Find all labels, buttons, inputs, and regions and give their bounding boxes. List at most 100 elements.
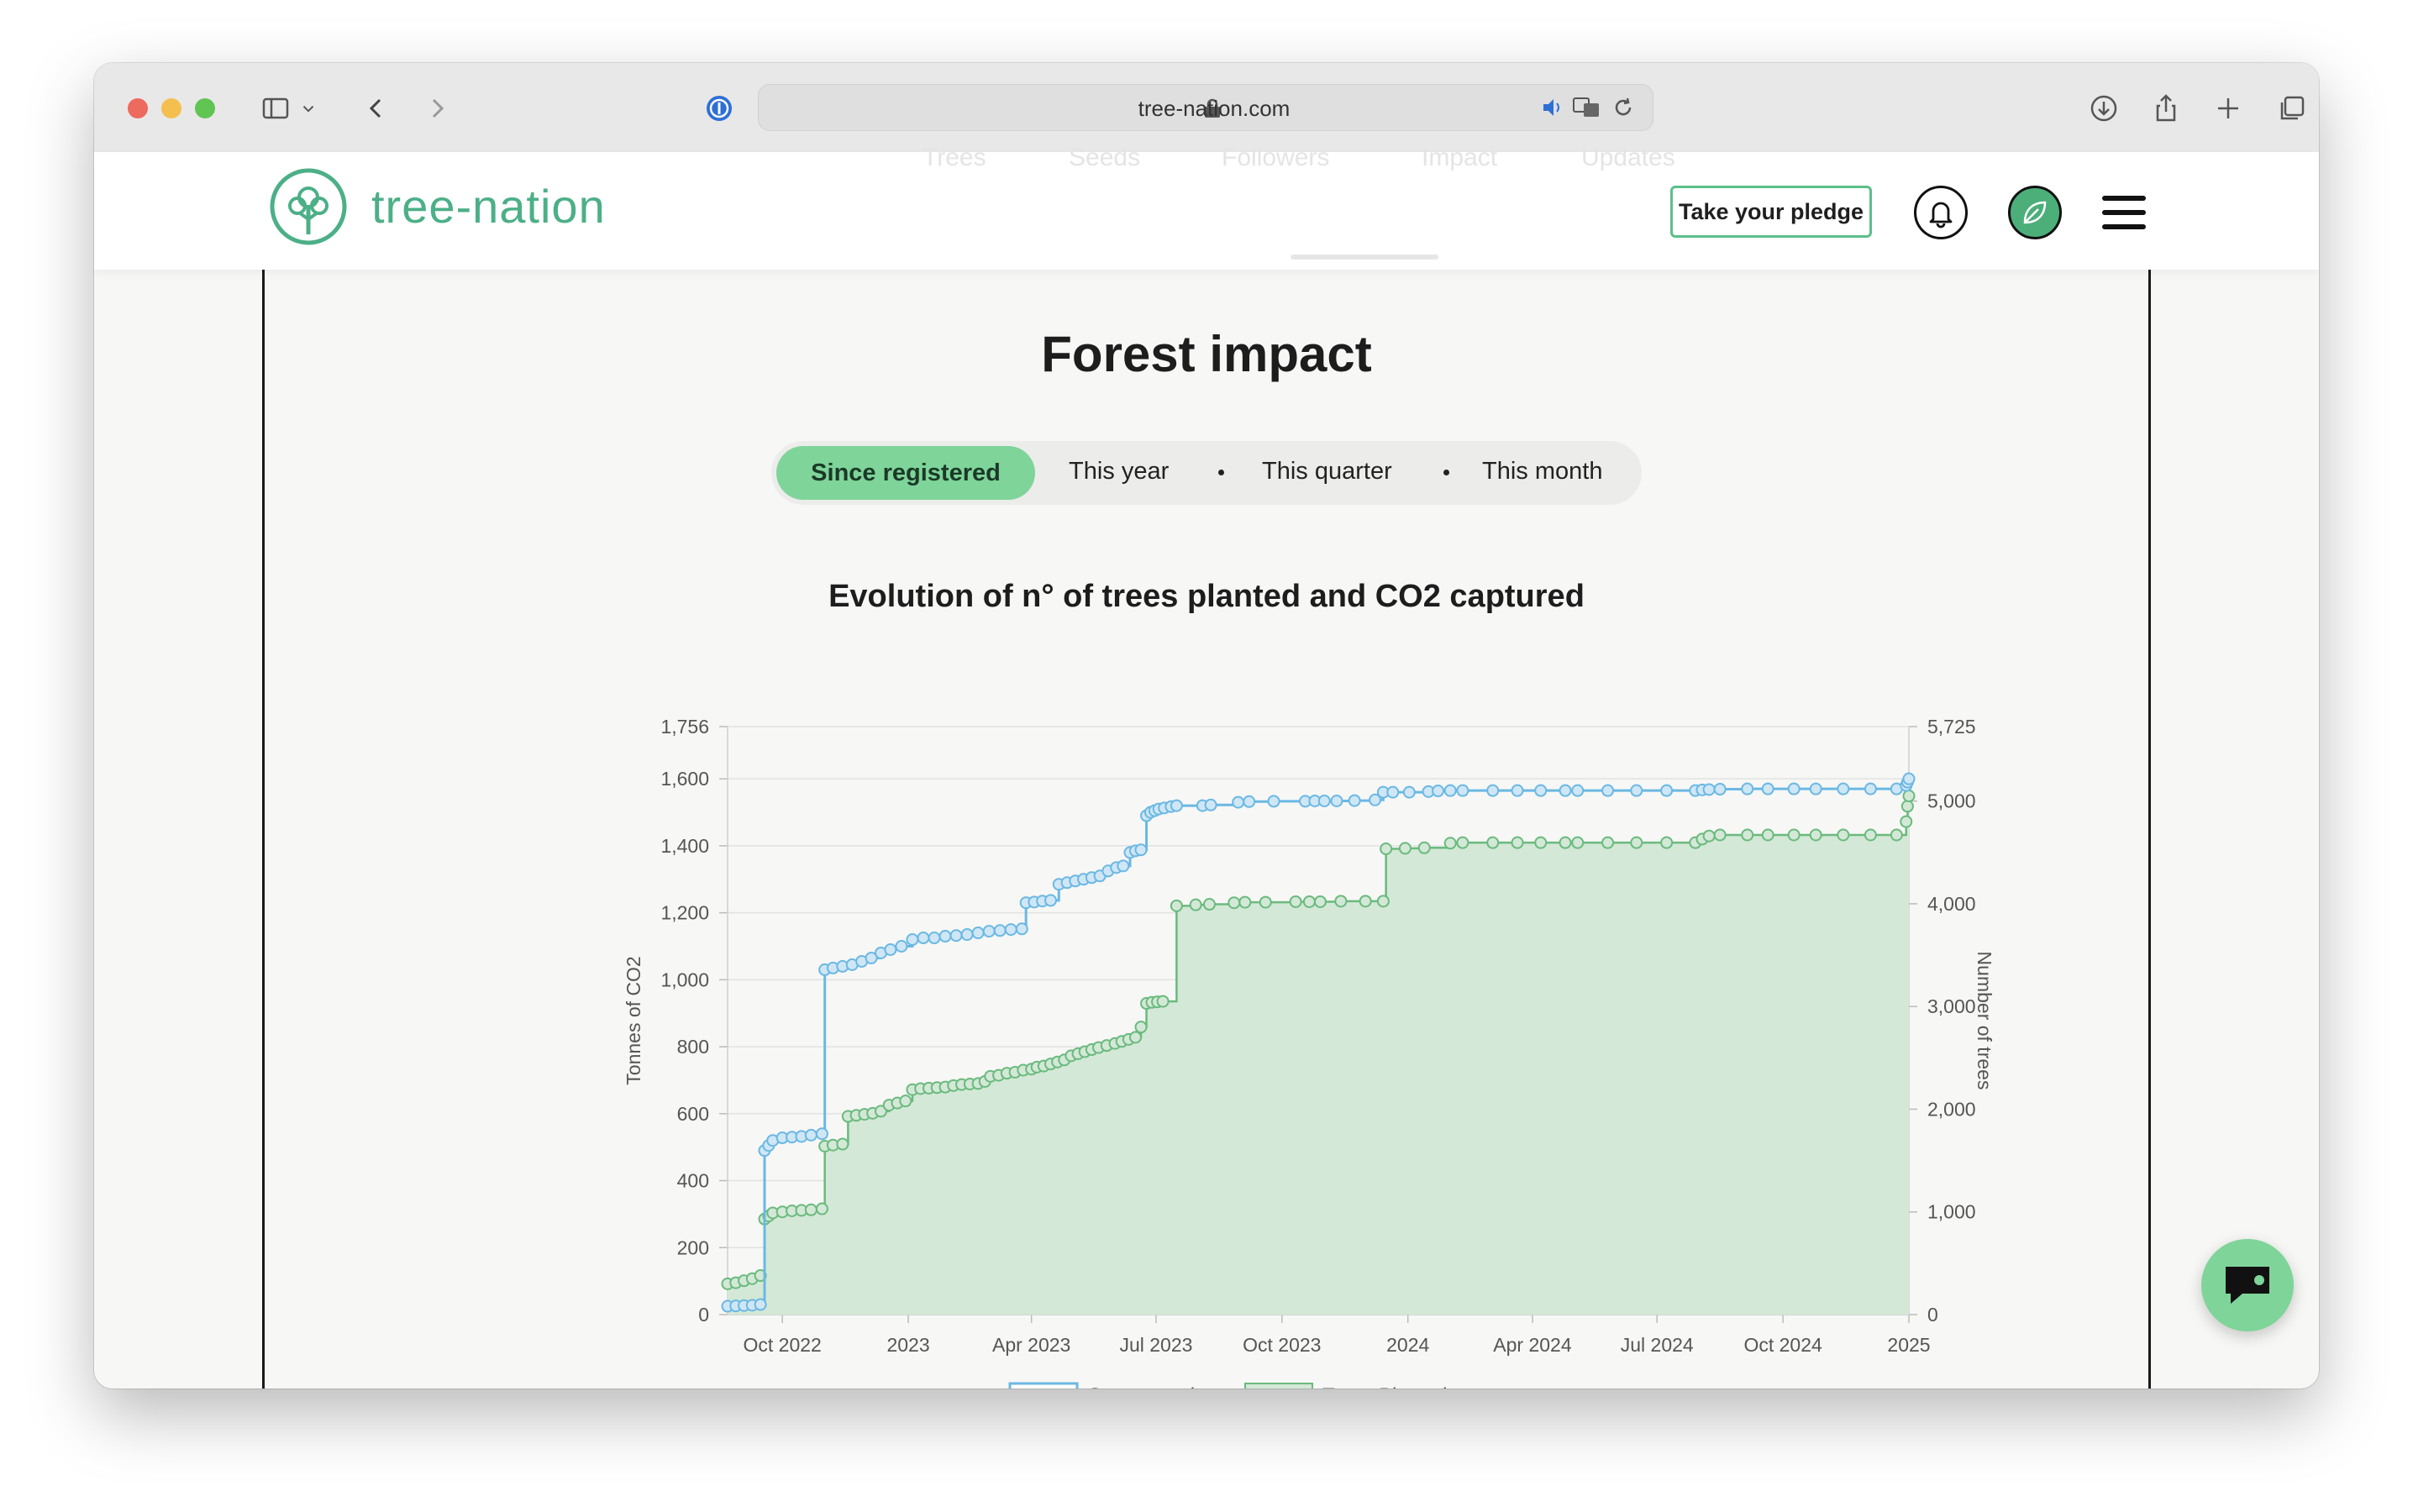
compensation-point — [754, 1298, 767, 1311]
period-this-quarter[interactable]: This quarter — [1262, 458, 1392, 486]
y-tick-label: 1,000 — [660, 969, 709, 990]
compensation-point — [917, 932, 930, 945]
period-this-year[interactable]: This year — [1069, 458, 1169, 486]
compensation-point — [1761, 782, 1774, 795]
tab-followers[interactable]: Followers — [1222, 144, 1329, 172]
compensation-point — [1571, 784, 1585, 797]
hamburger-menu-icon[interactable] — [2102, 196, 2146, 229]
compensation-point — [938, 930, 952, 943]
legend-label-compensation: Compensation — [1087, 1384, 1217, 1389]
legend-swatch-trees — [1244, 1383, 1313, 1389]
trees-planted-point — [1334, 895, 1348, 908]
compensation-point — [1134, 843, 1148, 857]
compensation-point — [982, 925, 996, 938]
trees-planted-point — [1761, 828, 1774, 842]
trees-planted-point — [1202, 898, 1216, 911]
trees-planted-point — [1359, 895, 1372, 908]
compensation-point — [1713, 783, 1727, 796]
y2-tick-label: 0 — [1927, 1304, 1938, 1326]
tree-nation-logo-icon[interactable] — [269, 167, 348, 246]
compensation-point — [1809, 782, 1822, 795]
compensation-point — [1456, 784, 1469, 797]
period-this-month[interactable]: This month — [1482, 458, 1602, 486]
x-tick-label: Apr 2023 — [992, 1334, 1070, 1356]
trees-planted-point — [1837, 828, 1850, 842]
compensation-point — [1630, 784, 1643, 797]
x-tick-label: Jul 2024 — [1621, 1334, 1694, 1356]
y-tick-label: 0 — [698, 1304, 709, 1326]
logo-text[interactable]: tree-nation — [371, 179, 606, 234]
y-tick-label: 400 — [677, 1170, 709, 1192]
new-tab-icon[interactable] — [2206, 87, 2250, 130]
close-window-button[interactable] — [128, 98, 148, 118]
y-tick-label: 1,756 — [660, 716, 709, 738]
trees-planted-point — [1289, 895, 1302, 908]
y2-tick-label: 2,000 — [1927, 1098, 1976, 1120]
trees-planted-point — [1787, 828, 1801, 842]
y2-tick-label: 3,000 — [1927, 995, 1976, 1017]
tab-seeds[interactable]: Seeds — [1069, 144, 1140, 172]
forward-icon[interactable] — [415, 87, 459, 130]
trees-planted-point — [1902, 790, 1916, 803]
x-tick-label: 2023 — [886, 1334, 929, 1356]
minimize-window-button[interactable] — [161, 98, 181, 118]
compensation-point — [884, 942, 897, 956]
back-icon[interactable] — [355, 87, 398, 130]
trees-planted-point — [1417, 841, 1431, 854]
password-manager-icon[interactable] — [697, 87, 741, 130]
active-tab-underline — [1291, 255, 1438, 260]
tab-overview-icon[interactable] — [2270, 87, 2314, 130]
compensation-point — [1267, 795, 1280, 808]
tab-trees[interactable]: Trees — [923, 144, 986, 172]
speaker-icon[interactable] — [1539, 94, 1566, 121]
tab-impact[interactable]: Impact — [1422, 144, 1497, 172]
chart-title: Evolution of n° of trees planted and CO2… — [828, 579, 1585, 614]
compensation-point — [1117, 859, 1130, 873]
downloads-icon[interactable] — [2082, 87, 2126, 130]
url-text: tree-nation.com — [1138, 96, 1291, 121]
compensation-point — [1660, 784, 1674, 797]
zoom-window-button[interactable] — [195, 98, 215, 118]
trees-planted-point — [1900, 815, 1913, 828]
trees-planted-point — [1511, 836, 1524, 849]
trees-planted-point — [1660, 836, 1674, 849]
x-tick-label: Jul 2023 — [1119, 1334, 1192, 1356]
trees-planted-point — [1259, 895, 1272, 909]
profile-avatar-button[interactable] — [2008, 186, 2062, 239]
compensation-point — [1443, 784, 1457, 797]
y2-tick-label: 1,000 — [1927, 1201, 1976, 1223]
notifications-button[interactable] — [1914, 186, 1968, 239]
trees-planted-point — [1890, 828, 1903, 842]
trees-planted-point — [1238, 895, 1252, 909]
leaf-icon — [2023, 201, 2047, 224]
compensation-point — [1243, 795, 1256, 808]
y2-tick-label: 4,000 — [1927, 893, 1976, 915]
compensation-point — [1170, 799, 1183, 812]
reload-icon[interactable] — [1610, 94, 1637, 121]
chat-button[interactable] — [2201, 1239, 2294, 1331]
compensation-point — [971, 927, 985, 940]
compensation-point — [1432, 785, 1445, 798]
compensation-point — [1348, 794, 1361, 807]
compensation-point — [1232, 795, 1245, 809]
address-bar[interactable]: tree-nation.com — [758, 84, 1653, 131]
y2-axis-title: Number of trees — [1974, 952, 1995, 1090]
compensation-point — [1702, 783, 1716, 796]
profile-tabs: Trees Seeds Followers Impact Updates — [825, 144, 1833, 177]
tab-updates[interactable]: Updates — [1581, 144, 1675, 172]
translate-icon[interactable] — [1571, 94, 1601, 121]
share-icon[interactable] — [2144, 87, 2188, 130]
y2-tick-label: 5,000 — [1927, 790, 1976, 812]
take-pledge-button[interactable]: Take your pledge — [1670, 186, 1872, 238]
period-since-registered[interactable]: Since registered — [776, 446, 1035, 500]
compensation-point — [1317, 794, 1331, 807]
trees-planted-point — [1702, 829, 1716, 843]
compensation-point — [1837, 782, 1850, 795]
trees-planted-point — [1559, 836, 1572, 849]
bell-icon — [1929, 202, 1953, 228]
sidebar-toggle-icon[interactable] — [254, 87, 297, 130]
trees-planted-point — [1741, 828, 1754, 842]
x-tick-label: Oct 2024 — [1743, 1334, 1822, 1356]
chevron-down-icon[interactable] — [296, 87, 321, 130]
trees-planted-point — [1809, 828, 1822, 842]
